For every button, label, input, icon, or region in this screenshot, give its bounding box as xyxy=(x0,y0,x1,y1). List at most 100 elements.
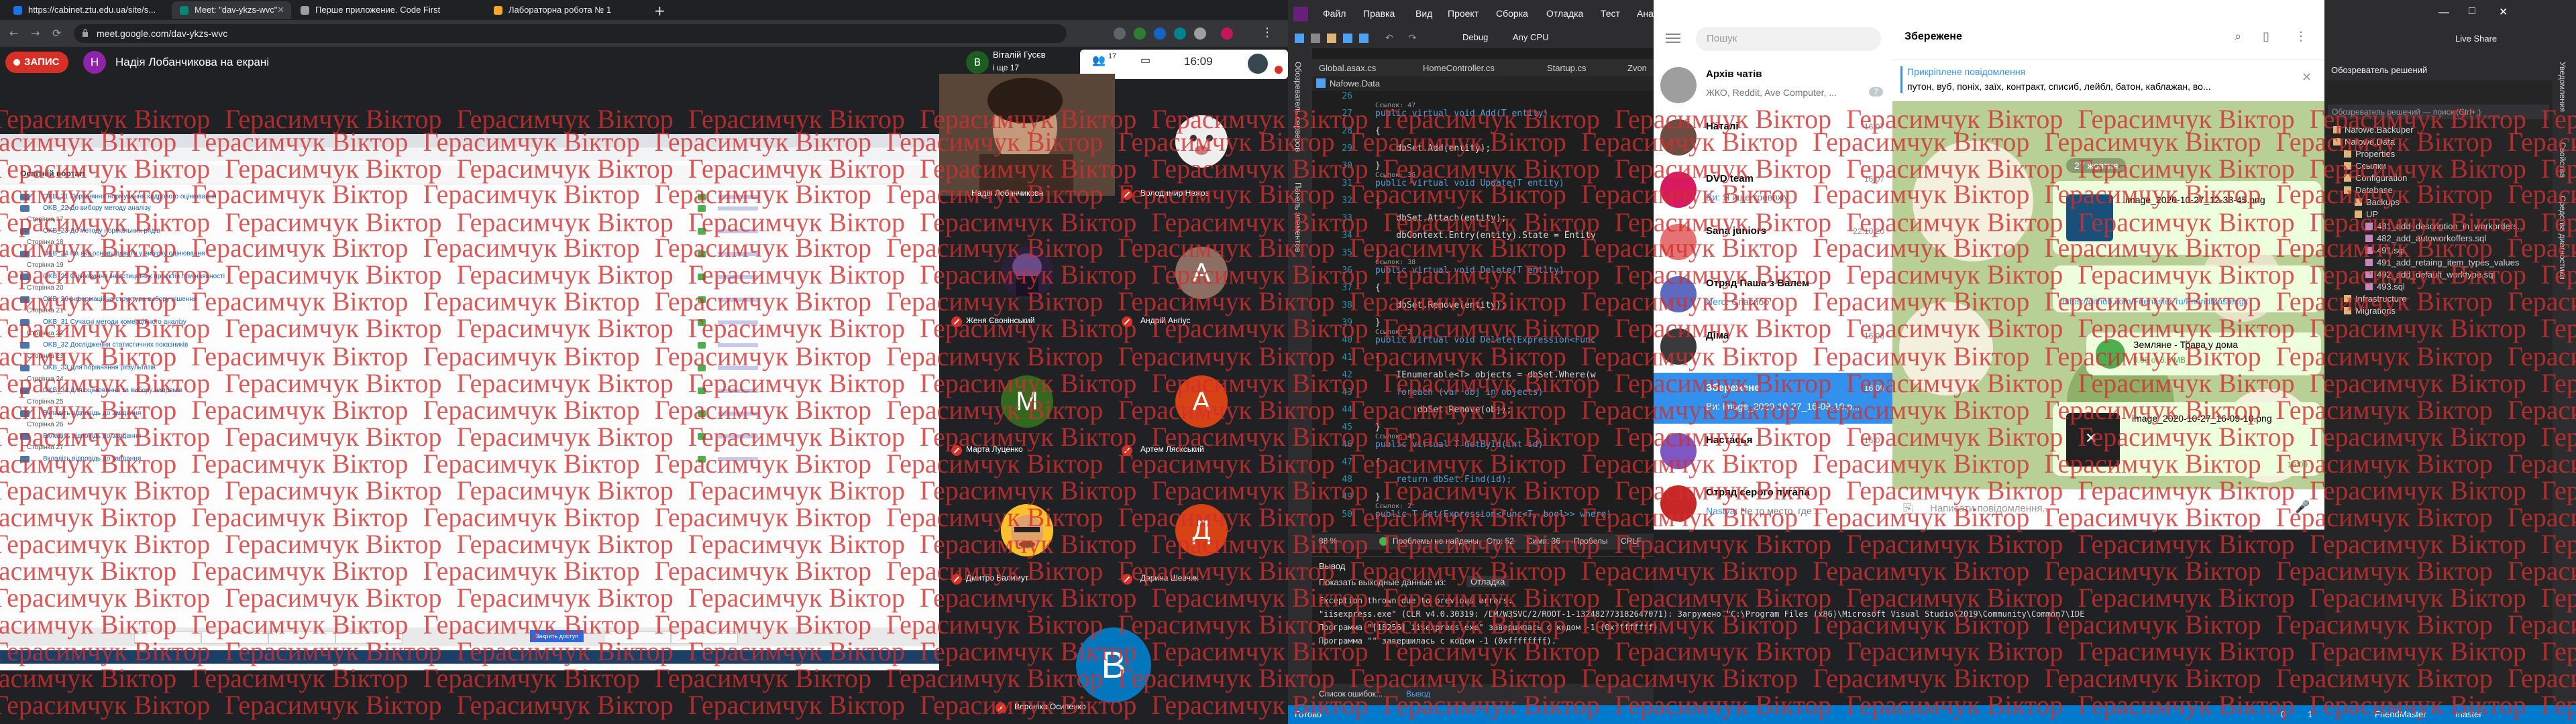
properties-tab[interactable]: Свойства xyxy=(2558,142,2567,178)
reference-count[interactable]: Ссылок: 47 xyxy=(1375,102,1415,109)
back-nav-icon[interactable] xyxy=(1295,34,1304,43)
reference-count[interactable]: Ссылок: 38 xyxy=(1375,259,1415,266)
link-message[interactable]: https://github.com/Frienaster-ru/FriendM… xyxy=(2053,265,2321,312)
close-tab-icon[interactable]: ✕ xyxy=(277,1,284,19)
play-icon[interactable] xyxy=(2096,339,2125,369)
close-pin-icon[interactable]: ✕ xyxy=(2302,70,2312,84)
output-tab[interactable]: Вывод xyxy=(1406,689,1430,699)
stop-sharing-button[interactable]: Закрить доступ xyxy=(530,630,584,642)
project-dropdown[interactable]: Nafowe.Data xyxy=(1330,78,1380,88)
reference-count[interactable]: Ссылок: 2 xyxy=(1375,503,1411,510)
menu-edit[interactable]: Правка xyxy=(1363,8,1395,19)
menu-build[interactable]: Сборка xyxy=(1496,8,1528,19)
profile-avatar[interactable] xyxy=(1221,27,1233,40)
question-link[interactable]: OKB_21 Порівняння нормування кадрового о… xyxy=(43,193,217,200)
question-link[interactable]: OKB_33 Для порівняння результатів xyxy=(43,364,156,371)
tab-cabinet[interactable]: https://cabinet.ztu.edu.ua/site/s... xyxy=(5,1,170,19)
attach-icon[interactable]: ⎘ xyxy=(1903,501,1913,516)
solution-item[interactable]: 491_add_retaing_item_types_values xyxy=(2365,257,2520,267)
doc-tab[interactable]: Global.asax.cs xyxy=(1319,63,1376,73)
config-select[interactable]: Debug xyxy=(1462,32,1488,42)
solution-item[interactable]: Backups xyxy=(2355,197,2400,207)
tab-meet[interactable]: Meet: "dav-ykzs-wvc" ✕ xyxy=(172,1,291,19)
url-input[interactable]: meet.google.com/dav-ykzs-wvc xyxy=(74,24,1067,43)
message-input[interactable]: Написати повідомлення... xyxy=(1930,503,2051,514)
solution-item[interactable]: 492_add_default_worktype.sql xyxy=(2365,269,2495,280)
reference-count[interactable]: Ссылок: 41 xyxy=(1375,433,1415,440)
cancel-download-icon[interactable]: ✕ xyxy=(2085,430,2097,447)
file-message[interactable]: ✕ image_2020-10-27_16-09-10.png 16:09 xyxy=(2053,402,2321,476)
tab-code-first[interactable]: Перше приложение. Code First xyxy=(292,1,484,19)
search-icon[interactable]: ⌕ xyxy=(2235,29,2241,44)
minimize-icon[interactable]: — xyxy=(2438,7,2449,19)
reference-count[interactable]: Ссылок: 2 xyxy=(1375,328,1411,336)
question-link[interactable]: Вкладіть відповідь до завдання xyxy=(43,455,141,463)
extension-icon[interactable] xyxy=(1154,27,1166,40)
forward-icon[interactable]: → xyxy=(31,27,40,40)
question-link[interactable]: OKB_32 Дослідження статистичних показник… xyxy=(43,341,188,349)
people-icon[interactable]: 👥 xyxy=(1092,54,1106,67)
status-repo[interactable]: FriendMaster xyxy=(2375,709,2426,719)
menu-test[interactable]: Тест xyxy=(1601,8,1620,19)
reload-icon[interactable]: ⟳ xyxy=(52,27,61,40)
toolbox-tab[interactable]: Панель элементов xyxy=(1293,182,1303,252)
menu-debug[interactable]: Отладка xyxy=(1546,8,1583,19)
menu-file[interactable]: Файл xyxy=(1323,8,1346,19)
github-link[interactable]: https://github.com/Frienaster-ru/FriendM… xyxy=(2062,296,2248,306)
error-list-tab[interactable]: Список ошибок... xyxy=(1319,689,1383,699)
output-source-select[interactable]: Отладка xyxy=(1466,576,1509,587)
status-changes[interactable]: 1 xyxy=(2308,709,2312,719)
code-editor[interactable]: 26 27 Ссылок: 47 public virtual void Add(T … xyxy=(1312,91,1654,534)
sidebar-toggle-icon[interactable]: ▯ xyxy=(2263,29,2269,44)
chat-item[interactable]: Отряд серого пугала Nastya: Не то место, … xyxy=(1654,477,1892,528)
question-link[interactable]: OKB_26 Інформаційна структура вибору ріш… xyxy=(43,296,197,303)
back-icon[interactable]: ← xyxy=(9,27,18,40)
question-link[interactable]: Вкладіть відповідь до завдання xyxy=(43,432,141,440)
pinned-message[interactable]: Прикріплене повідомлення путон, вуб, пон… xyxy=(1892,59,2324,101)
question-link[interactable]: Вкладіть відповідь до завдання xyxy=(43,410,141,417)
menu-analyze[interactable]: Ана xyxy=(1637,8,1654,19)
question-link[interactable]: OKB_23 До методу нормальних рядів xyxy=(43,227,160,235)
notifications-tab[interactable]: Уведомления xyxy=(2558,62,2567,112)
audio-message[interactable]: Земляне - Трава у дома 0.00 of 6.5 MB xyxy=(2086,333,2321,375)
question-link[interactable]: OKB_22 До вибору методу аналізу xyxy=(43,204,151,212)
solution-item[interactable]: Database xyxy=(2344,185,2393,195)
line-ending[interactable]: CRLF xyxy=(1621,536,1642,546)
solution-item[interactable]: Nafowe.Data xyxy=(2333,137,2395,147)
new-file-icon[interactable] xyxy=(1311,34,1320,43)
solution-item[interactable]: Nafowe.Backuper xyxy=(2333,125,2414,135)
solution-item[interactable]: Ссылки xyxy=(2344,161,2386,171)
chat-item[interactable]: Отряд Паша з Валем Nero: Спасибо xyxy=(1654,268,1892,319)
hamburger-menu-icon[interactable] xyxy=(1666,32,1680,44)
chat-item[interactable]: Архів чатів ЖКО, Reddit, Ave Computer, ..… xyxy=(1654,59,1892,110)
solution-item[interactable]: Configuration xyxy=(2344,173,2407,183)
chat-item[interactable]: Діма 16:08 xyxy=(1654,320,1892,371)
solution-item[interactable]: 481_add_description_in_workorders... xyxy=(2365,221,2524,231)
chat-item[interactable]: DVD team Ви: Я ище тревожу 16:07 xyxy=(1654,164,1892,215)
problems-status[interactable]: Проблемы не найдены. xyxy=(1393,536,1481,546)
file-message[interactable]: image_2020-10-27_12-33-45.png xyxy=(2053,181,2321,255)
telegram-search-input[interactable]: Пошук xyxy=(1696,27,1881,51)
doc-tab[interactable]: Zvon xyxy=(1627,63,1647,73)
status-errors[interactable]: 0 xyxy=(2281,709,2286,719)
platform-select[interactable]: Any CPU xyxy=(1513,32,1548,42)
more-icon[interactable]: ⋮ xyxy=(2295,29,2307,44)
doc-tab[interactable]: HomeController.cs xyxy=(1423,63,1495,73)
save-all-icon[interactable] xyxy=(1359,34,1368,43)
chat-item[interactable]: Наталі 16:07 xyxy=(1654,111,1892,162)
solution-item[interactable]: 491.sql xyxy=(2365,245,2405,255)
status-branch[interactable]: master xyxy=(2455,709,2482,719)
mic-icon[interactable]: 🎤 xyxy=(2295,500,2310,514)
solution-item[interactable]: UP xyxy=(2355,209,2378,219)
chat-icon[interactable]: ▭ xyxy=(1140,54,1150,67)
menu-view[interactable]: Вид xyxy=(1415,8,1432,19)
chat-item[interactable]: Збережене Ви: image_2020-10-27_16-09-10.p… xyxy=(1654,373,1892,424)
menu-project[interactable]: Проект xyxy=(1448,8,1479,19)
solution-item[interactable]: Properties xyxy=(2344,149,2395,159)
maximize-icon[interactable]: □ xyxy=(2469,5,2475,17)
solution-search-input[interactable]: Обозреватель решений — поиск (Ctrl+;) xyxy=(2328,105,2549,119)
solution-item[interactable]: 493.sql xyxy=(2365,282,2405,292)
question-link[interactable]: OKB_24 На яку основу давати у вибірку оц… xyxy=(43,250,205,257)
solution-item[interactable]: 482_add_autoworkoffers.sql xyxy=(2365,233,2486,243)
chat-item[interactable]: Sana juniors 22.10.20 xyxy=(1654,216,1892,267)
